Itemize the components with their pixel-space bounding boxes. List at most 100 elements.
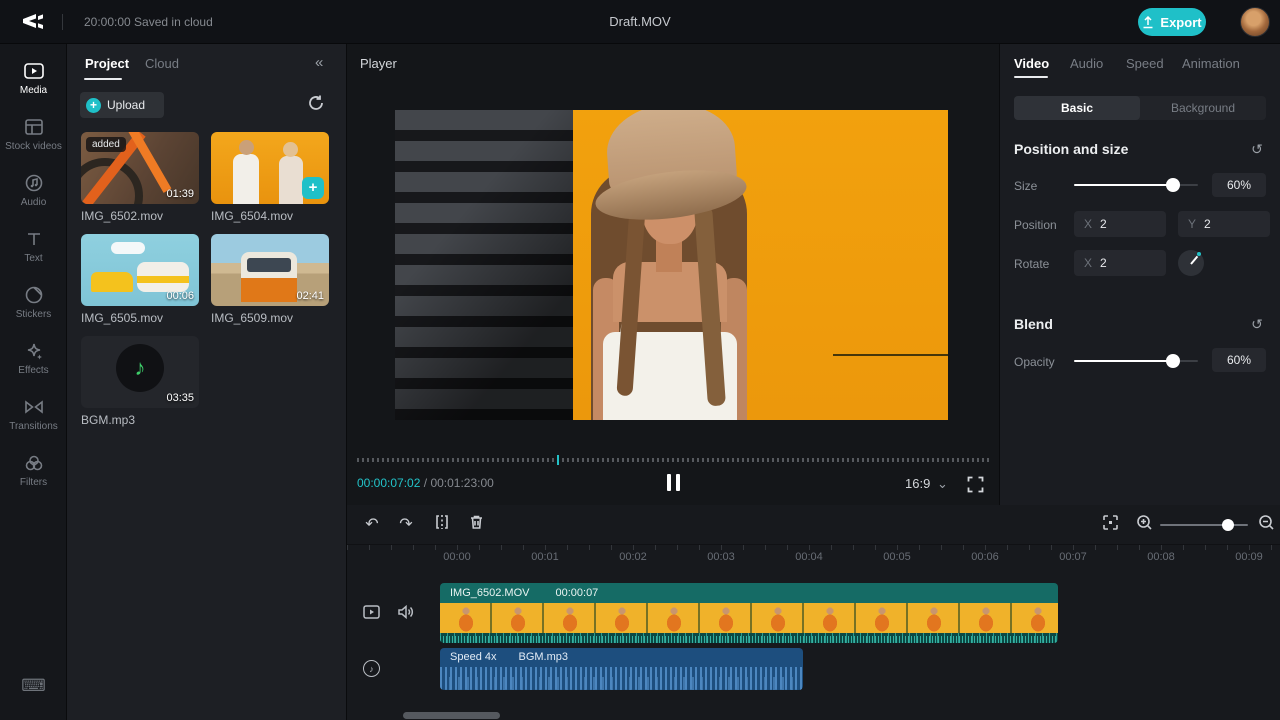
- position-y-field[interactable]: Y 2: [1178, 211, 1270, 237]
- media-card-img6505[interactable]: 00:06 IMG_6505.mov: [81, 234, 199, 325]
- media-icon: [0, 60, 67, 82]
- segment-basic[interactable]: Basic: [1014, 96, 1140, 120]
- slider-knob[interactable]: [1166, 354, 1181, 368]
- chevron-down-icon: ⌄: [936, 476, 948, 491]
- undo-button[interactable]: ↶: [361, 514, 383, 536]
- ruler-label: 00:01: [531, 551, 559, 563]
- nav-label: Media: [19, 85, 48, 96]
- add-to-timeline-button[interactable]: +: [302, 177, 324, 199]
- zoom-out-button[interactable]: [1255, 514, 1277, 536]
- nav-item-stock-videos[interactable]: Stock videos: [0, 116, 67, 166]
- timeline-zoom-slider[interactable]: [1160, 519, 1248, 531]
- audio-track-icon[interactable]: ♪: [363, 660, 380, 677]
- y-value: 2: [1204, 217, 1211, 231]
- mute-track-icon[interactable]: [397, 604, 414, 625]
- position-x-field[interactable]: X 2: [1074, 211, 1166, 237]
- split-button[interactable]: [431, 514, 453, 536]
- user-avatar[interactable]: [1240, 7, 1270, 37]
- timeline-ruler[interactable]: 00:00 00:01 00:02 00:03 00:04 00:05 00:0…: [347, 545, 1280, 569]
- current-time: 00:00:07:02: [357, 476, 421, 490]
- timeline-panel: ↶ ↷ 00:00 00:01 00:02 00:03 00:04 00:05 …: [347, 505, 1280, 720]
- y-label: Y: [1188, 217, 1197, 231]
- reset-position-size-icon[interactable]: ↺: [1248, 141, 1266, 158]
- media-card-bgm[interactable]: ♪ 03:35 BGM.mp3: [81, 336, 199, 427]
- nav-item-filters[interactable]: Filters: [0, 452, 67, 502]
- tab-cloud[interactable]: Cloud: [145, 56, 179, 71]
- aspect-ratio-selector[interactable]: 16:9 ⌄: [905, 476, 948, 492]
- thumbnail: ♪ 03:35: [81, 336, 199, 408]
- size-slider[interactable]: [1074, 178, 1198, 192]
- player-title: Player: [360, 56, 397, 71]
- preview-scrubber[interactable]: [357, 455, 990, 465]
- audio-icon: [0, 172, 67, 194]
- collapse-panel-icon[interactable]: «: [315, 54, 323, 71]
- tab-audio[interactable]: Audio: [1070, 56, 1103, 71]
- snap-toggle-icon[interactable]: [1099, 514, 1121, 536]
- scrubber-playhead[interactable]: [557, 455, 559, 465]
- reset-blend-icon[interactable]: ↺: [1248, 316, 1266, 333]
- media-card-img6509[interactable]: 02:41 IMG_6509.mov: [211, 234, 329, 325]
- video-clip-duration: 00:00:07: [555, 587, 599, 599]
- keyboard-shortcuts-icon[interactable]: ⌨: [0, 676, 67, 696]
- opacity-label: Opacity: [1014, 355, 1055, 369]
- ruler-label: 00:02: [619, 551, 647, 563]
- size-value[interactable]: 60%: [1212, 173, 1266, 197]
- position-label: Position: [1014, 218, 1057, 232]
- video-clip-filmstrip: [440, 603, 1058, 633]
- upload-button[interactable]: + Upload: [80, 92, 164, 118]
- opacity-slider[interactable]: [1074, 354, 1198, 368]
- ruler-label: 00:00: [443, 551, 471, 563]
- media-card-img6502[interactable]: added 01:39 IMG_6502.mov: [81, 132, 199, 223]
- opacity-value[interactable]: 60%: [1212, 348, 1266, 372]
- thumbnail-art: [233, 154, 259, 204]
- tab-speed[interactable]: Speed: [1126, 56, 1164, 71]
- nav-item-stickers[interactable]: Stickers: [0, 284, 67, 334]
- upload-label: Upload: [107, 98, 146, 112]
- timeline-audio-clip[interactable]: Speed 4x BGM.mp3: [440, 648, 803, 690]
- rotate-label: Rotate: [1014, 257, 1050, 271]
- text-icon: [0, 228, 67, 250]
- video-preview[interactable]: [395, 110, 948, 420]
- nav-item-audio[interactable]: Audio: [0, 172, 67, 222]
- thumbnail: +: [211, 132, 329, 204]
- video-clip-waveform: [440, 633, 1058, 643]
- filters-icon: [0, 452, 67, 474]
- tab-project[interactable]: Project: [85, 56, 129, 71]
- rotate-x-field[interactable]: X 2: [1074, 250, 1166, 276]
- delete-button[interactable]: [465, 514, 487, 536]
- video-track-icon[interactable]: [363, 605, 380, 624]
- total-time: 00:01:23:00: [430, 476, 494, 490]
- ruler-label: 00:09: [1235, 551, 1263, 563]
- fullscreen-button[interactable]: [967, 476, 984, 493]
- ruler-label: 00:08: [1147, 551, 1175, 563]
- slider-knob[interactable]: [1166, 178, 1181, 192]
- segment-background[interactable]: Background: [1140, 96, 1266, 120]
- duration-badge: 03:35: [166, 392, 194, 404]
- export-button[interactable]: Export: [1138, 8, 1206, 36]
- tab-video[interactable]: Video: [1014, 56, 1049, 71]
- x-label: X: [1084, 256, 1093, 270]
- zoom-slider-knob[interactable]: [1222, 519, 1234, 531]
- tab-animation[interactable]: Animation: [1182, 56, 1240, 71]
- video-clip-header: IMG_6502.MOV 00:00:07: [440, 583, 1058, 603]
- nav-item-effects[interactable]: Effects: [0, 340, 67, 390]
- pause-button[interactable]: [663, 474, 683, 492]
- nav-item-text[interactable]: Text: [0, 228, 67, 278]
- refresh-icon[interactable]: [307, 94, 327, 114]
- plus-icon: +: [86, 97, 101, 113]
- timeline-toolbar: ↶ ↷: [347, 505, 1280, 545]
- zoom-in-button[interactable]: [1133, 514, 1155, 536]
- nav-item-media[interactable]: Media: [0, 60, 67, 110]
- nav-item-transitions[interactable]: Transitions: [0, 396, 67, 446]
- timeline-horizontal-scrollbar[interactable]: [403, 712, 500, 719]
- timeline-video-clip[interactable]: IMG_6502.MOV 00:00:07: [440, 583, 1058, 643]
- rotate-dial[interactable]: [1178, 250, 1204, 276]
- redo-button[interactable]: ↷: [395, 514, 417, 536]
- preview-art: [833, 354, 948, 356]
- media-card-img6504[interactable]: + IMG_6504.mov: [211, 132, 329, 223]
- thumbnail: 00:06: [81, 234, 199, 306]
- thumbnail-art: [111, 242, 145, 254]
- document-title: Draft.MOV: [609, 14, 671, 29]
- ruler-label: 00:03: [707, 551, 735, 563]
- media-name: BGM.mp3: [81, 413, 136, 427]
